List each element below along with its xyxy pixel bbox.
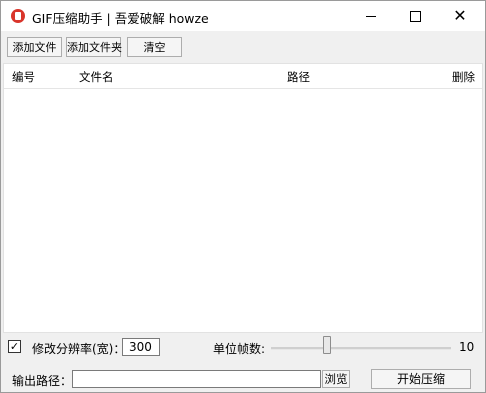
column-header-delete[interactable]: 删除 <box>452 69 475 85</box>
list-header: 编号 文件名 路径 删除 <box>4 64 482 89</box>
maximize-icon <box>409 10 421 22</box>
start-compress-button[interactable]: 开始压缩 <box>371 369 471 389</box>
minimize-button[interactable] <box>349 1 393 31</box>
column-header-path[interactable]: 路径 <box>287 69 310 85</box>
app-icon <box>11 9 25 23</box>
column-header-id[interactable]: 编号 <box>12 69 35 85</box>
fps-slider-thumb[interactable] <box>323 336 331 354</box>
output-path-label: 输出路径： <box>12 374 73 388</box>
resize-width-input[interactable]: 300 <box>122 338 160 356</box>
fps-slider-track[interactable] <box>271 347 451 350</box>
close-button[interactable]: ✕ <box>438 1 482 31</box>
maximize-button[interactable] <box>393 1 437 31</box>
column-header-filename[interactable]: 文件名 <box>79 69 114 85</box>
resize-checkbox[interactable]: ✓ <box>8 340 21 353</box>
fps-label: 单位帧数: <box>213 342 266 356</box>
browse-button[interactable]: 浏览 <box>322 370 350 388</box>
window-title: GIF压缩助手 | 吾爱破解 howze <box>32 11 209 26</box>
title-bar: GIF压缩助手 | 吾爱破解 howze ✕ <box>1 1 485 31</box>
close-icon: ✕ <box>453 6 467 25</box>
output-path-input[interactable] <box>72 370 321 388</box>
fps-value: 10 <box>459 340 475 354</box>
app-window: GIF压缩助手 | 吾爱破解 howze ✕ 添加文件 添加文件夹 清空 编号 … <box>0 0 486 393</box>
resize-label: 修改分辨率(宽)： <box>32 342 126 356</box>
clear-button[interactable]: 清空 <box>127 37 182 57</box>
add-file-button[interactable]: 添加文件 <box>7 37 62 57</box>
add-folder-button[interactable]: 添加文件夹 <box>66 37 122 57</box>
minimize-icon <box>366 15 376 17</box>
file-list[interactable]: 编号 文件名 路径 删除 <box>3 63 483 333</box>
